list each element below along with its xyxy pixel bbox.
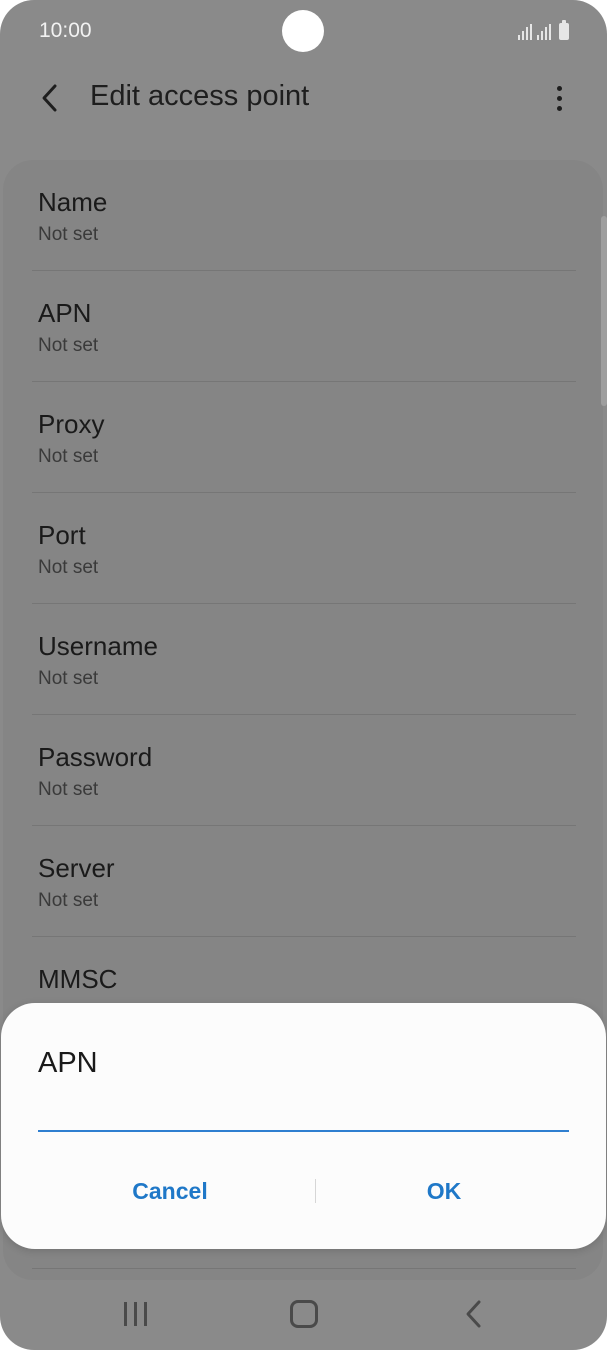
setting-value: Not set (38, 890, 99, 911)
status-icons (518, 20, 569, 40)
setting-value: Not set (38, 668, 99, 689)
back-button[interactable] (30, 76, 70, 120)
signal-icon (537, 24, 551, 40)
setting-value: Not set (38, 335, 99, 356)
setting-title: Username (38, 631, 158, 661)
home-button[interactable] (288, 1298, 320, 1330)
cancel-button[interactable]: Cancel (25, 1163, 315, 1219)
setting-title: APN (38, 298, 92, 328)
scrollbar[interactable] (601, 216, 607, 406)
setting-item-apn[interactable]: APN Not set (3, 271, 603, 381)
setting-item-name[interactable]: Name Not set (3, 160, 603, 270)
setting-title: Port (38, 520, 86, 550)
battery-icon (559, 20, 569, 40)
setting-item-port[interactable]: Port Not set (3, 493, 603, 603)
chevron-left-icon (42, 84, 57, 112)
setting-item-proxy[interactable]: Proxy Not set (3, 382, 603, 492)
dialog-title: APN (38, 1047, 98, 1079)
dialog-actions: Cancel OK (1, 1163, 606, 1219)
signal-icon (518, 24, 532, 40)
home-icon (290, 1300, 318, 1328)
setting-title: Password (38, 742, 153, 772)
page-title: Edit access point (90, 80, 310, 112)
recents-button[interactable] (118, 1300, 152, 1328)
apn-input[interactable] (38, 1098, 569, 1132)
setting-title: Name (38, 187, 108, 217)
setting-item-password[interactable]: Password Not set (3, 715, 603, 825)
back-icon (466, 1300, 481, 1328)
toolbar: Edit access point (0, 62, 607, 136)
status-time: 10:00 (39, 19, 92, 42)
setting-title: Server (38, 853, 115, 883)
setting-value: Not set (38, 446, 99, 467)
setting-title: Proxy (38, 409, 105, 439)
navigation-bar (0, 1278, 607, 1350)
apn-dialog: APN Cancel OK (1, 1003, 606, 1249)
setting-item-username[interactable]: Username Not set (3, 604, 603, 714)
divider (32, 1268, 576, 1269)
more-options-button[interactable] (547, 78, 571, 118)
setting-value: Not set (38, 224, 99, 245)
nav-back-button[interactable] (458, 1298, 490, 1330)
setting-title: MMSC (38, 964, 118, 994)
setting-value: Not set (38, 779, 99, 800)
more-vertical-icon (556, 85, 562, 91)
setting-item-server[interactable]: Server Not set (3, 826, 603, 936)
ok-button[interactable]: OK (315, 1163, 573, 1219)
camera-cutout (282, 10, 324, 52)
status-bar: 10:00 (0, 0, 607, 62)
phone-screen: 10:00 Edit access point Name Not set APN… (0, 0, 607, 1350)
setting-value: Not set (38, 557, 99, 578)
recents-icon (123, 1302, 127, 1326)
